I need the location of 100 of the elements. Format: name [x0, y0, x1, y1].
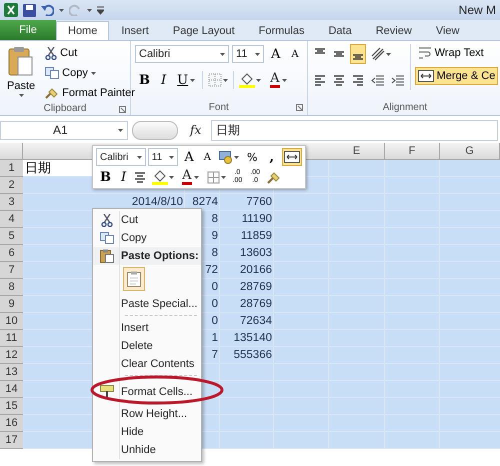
paintbrush-icon	[267, 170, 281, 184]
align-right-icon	[352, 74, 364, 86]
paste-option-button[interactable]	[123, 267, 145, 291]
fill-color-button[interactable]	[150, 168, 176, 186]
row-header[interactable]: 6	[0, 245, 23, 262]
row-header[interactable]: 13	[0, 364, 23, 381]
file-tab[interactable]: File	[0, 20, 56, 40]
table-cell: 11190	[220, 211, 274, 228]
group-label: Alignment	[382, 102, 428, 113]
menu-section-header: Paste Options:	[93, 247, 201, 265]
ribbon-tab[interactable]: Home	[56, 21, 110, 40]
menu-item[interactable]: Row Height...	[93, 405, 201, 423]
spreadsheet-logo-icon[interactable]	[4, 3, 18, 17]
paste-button[interactable]: Paste	[4, 44, 38, 102]
paint-bucket-icon	[152, 169, 168, 185]
diagonal-lines-icon	[370, 47, 385, 61]
borders-icon	[206, 170, 220, 184]
row-header[interactable]: 12	[0, 347, 23, 364]
grow-font-button[interactable]: A	[267, 44, 284, 64]
menu-item[interactable]: Unhide	[93, 441, 201, 459]
font-name-dropdown[interactable]: Calibri	[96, 148, 146, 166]
table-cell: 555366	[220, 347, 274, 364]
italic-button[interactable]: I	[157, 70, 170, 90]
font-size-dropdown[interactable]: 11	[148, 148, 178, 166]
row-header[interactable]: 1	[0, 160, 23, 177]
copy-button[interactable]: Copy	[42, 64, 138, 82]
caret-icon	[220, 52, 225, 56]
clipboard-icon	[8, 46, 34, 78]
caret-icon	[386, 52, 391, 56]
ribbon-tab[interactable]: Insert	[109, 21, 161, 40]
format-cells-icon	[100, 385, 114, 399]
row-header[interactable]: 9	[0, 296, 23, 313]
caret-icon	[223, 78, 228, 82]
clipboard-icon	[127, 271, 141, 287]
insert-function-button[interactable]: fx	[182, 123, 208, 137]
row-header[interactable]: 5	[0, 228, 23, 245]
dialog-launcher-icon[interactable]	[119, 106, 126, 113]
caret-icon	[190, 78, 196, 82]
caret-icon	[256, 78, 262, 82]
font-size-dropdown[interactable]: 11	[232, 45, 264, 63]
align-bottom-icon	[352, 54, 364, 60]
caret-icon	[18, 94, 24, 97]
scissors-icon	[45, 46, 58, 60]
undo-icon[interactable]	[41, 4, 54, 16]
shrink-font-button[interactable]: A	[287, 44, 303, 64]
shrink-font-button[interactable]: A	[200, 148, 216, 166]
caret-icon	[90, 72, 96, 74]
row-header[interactable]: 2	[0, 177, 23, 194]
align-center-icon	[134, 172, 146, 182]
row-header[interactable]: 3	[0, 194, 23, 211]
table-cell: 28769	[220, 279, 274, 296]
ribbon-tab[interactable]: Formulas	[246, 21, 316, 40]
row-header[interactable]: 16	[0, 415, 23, 432]
merge-center-button[interactable]: Merge & Ce	[414, 67, 498, 85]
table-cell: 135140	[220, 330, 274, 347]
merge-center-button[interactable]	[282, 148, 302, 166]
dialog-launcher-icon[interactable]	[296, 104, 303, 111]
formula-input[interactable]: 日期	[211, 120, 498, 140]
row-header[interactable]: 17	[0, 432, 23, 449]
wrap-text-icon	[418, 46, 432, 60]
row-header[interactable]: 11	[0, 330, 23, 347]
align-left-icon	[314, 74, 326, 86]
caret-icon	[87, 8, 92, 12]
group-label: Clipboard	[44, 103, 86, 114]
group-label: Font	[208, 102, 229, 113]
bold-button[interactable]: B	[135, 70, 154, 90]
ribbon-tab[interactable]: Data	[316, 21, 364, 40]
name-box[interactable]: A1	[0, 120, 128, 140]
row-header[interactable]: 14	[0, 381, 23, 398]
wrap-text-button[interactable]: Wrap Text	[414, 44, 498, 62]
caret-icon	[255, 52, 260, 56]
customize-toolbar-icon[interactable]	[97, 6, 104, 14]
menu-item[interactable]: Hide	[93, 423, 201, 441]
row-header[interactable]: 7	[0, 262, 23, 279]
caret-icon	[59, 8, 64, 12]
cut-button[interactable]: Cut	[42, 44, 138, 62]
align-center-icon	[332, 74, 345, 86]
formula-bar-handle[interactable]	[132, 120, 178, 140]
accounting-format-button[interactable]	[217, 148, 242, 166]
row-header[interactable]: 4	[0, 211, 23, 228]
font-name-dropdown[interactable]: Calibri	[135, 45, 229, 63]
align-middle-icon	[332, 51, 345, 57]
align-bottom-button[interactable]	[350, 44, 366, 64]
format-painter-button[interactable]: Format Painter	[42, 84, 138, 102]
underline-button[interactable]: U	[173, 70, 200, 90]
paintbrush-icon	[45, 87, 60, 99]
borders-icon	[208, 73, 222, 87]
ribbon-tab[interactable]: Page Layout	[160, 21, 247, 40]
comma-style-button[interactable]: ,	[263, 148, 280, 166]
ribbon-tab[interactable]: View	[424, 21, 472, 40]
save-icon[interactable]	[23, 4, 36, 16]
clipboard-icon	[100, 249, 114, 263]
font-color-button[interactable]: A	[266, 70, 290, 90]
percent-style-button[interactable]: %	[243, 148, 262, 166]
ribbon-tab[interactable]: Review	[364, 21, 424, 40]
paint-bucket-icon	[239, 72, 256, 88]
row-header[interactable]: 10	[0, 313, 23, 330]
increase-indent-icon	[390, 74, 404, 86]
row-header[interactable]: 15	[0, 398, 23, 415]
row-header[interactable]: 8	[0, 279, 23, 296]
